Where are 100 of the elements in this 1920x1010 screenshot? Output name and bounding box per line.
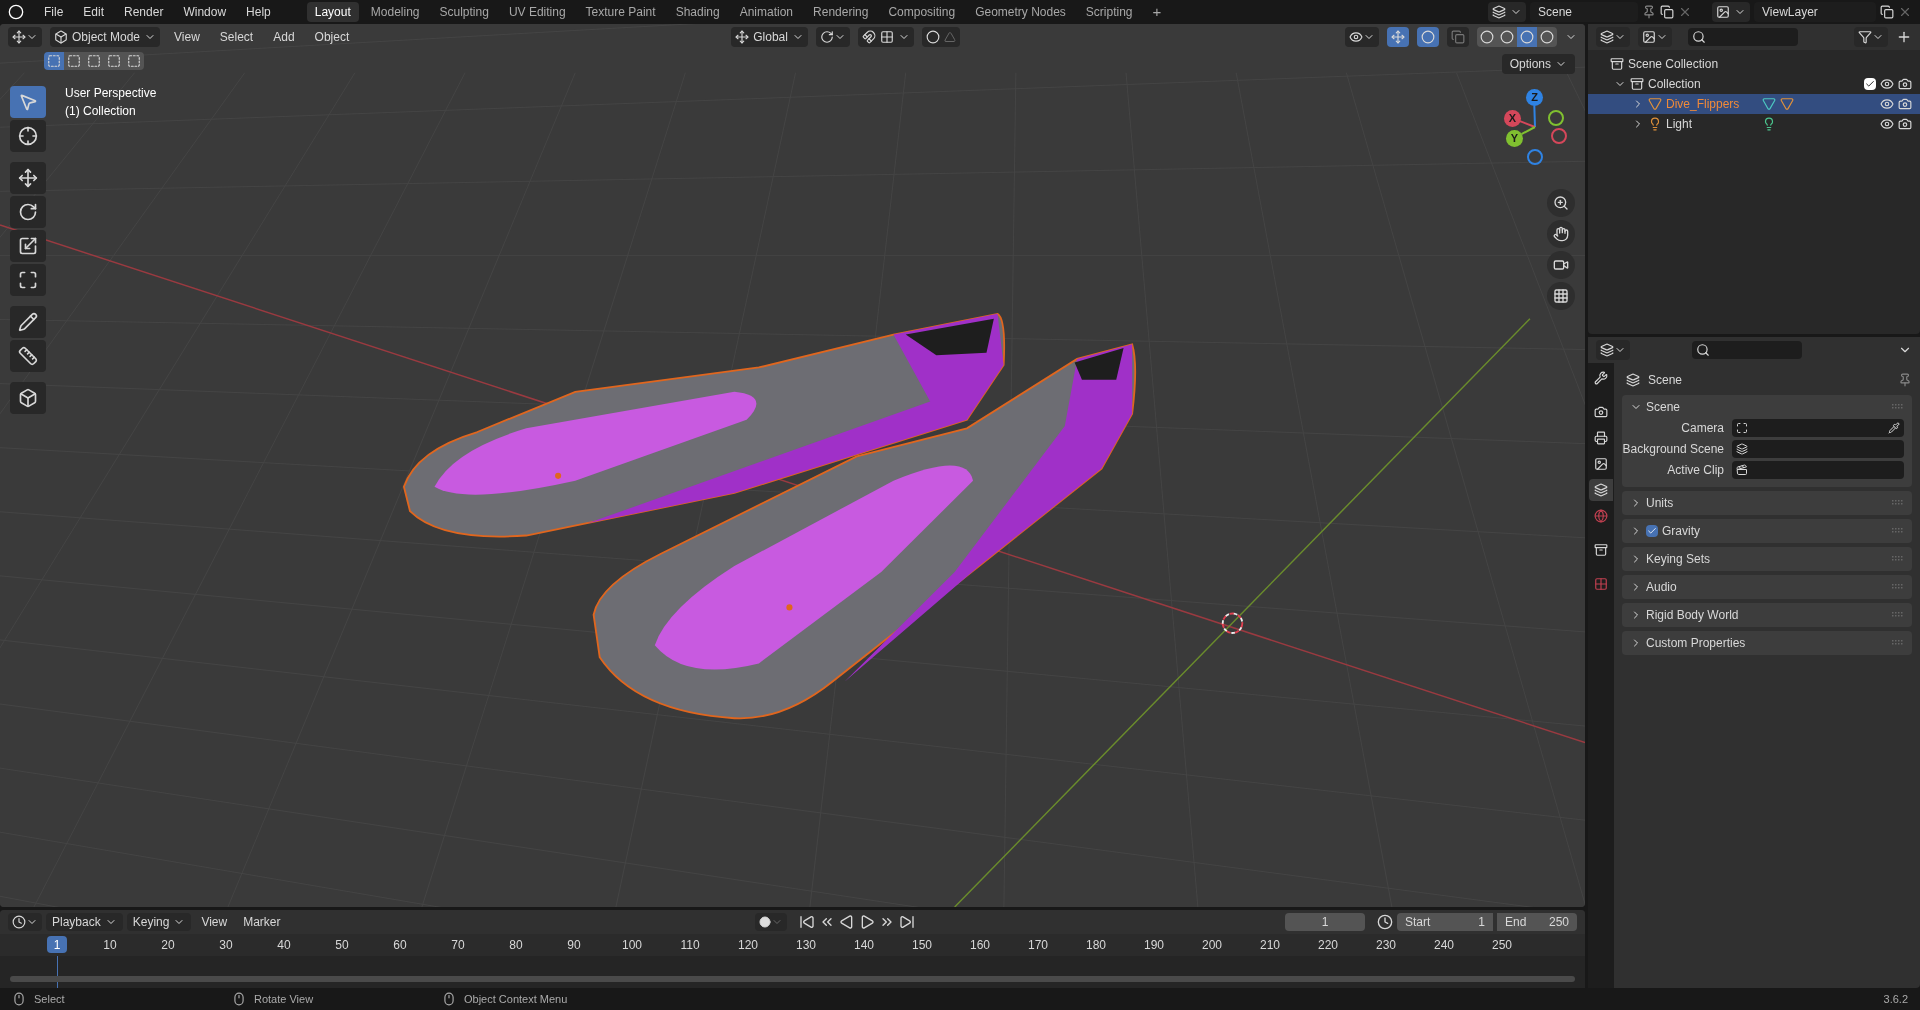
shading-mode-button[interactable] — [1477, 27, 1497, 47]
panel-title[interactable]: Scene — [1646, 398, 1681, 416]
menu-item[interactable]: Help — [238, 2, 279, 22]
workspace-tab[interactable]: Geometry Nodes — [967, 2, 1074, 22]
drag-handle-icon[interactable] — [1892, 556, 1904, 562]
mode-dropdown[interactable]: Object Mode — [50, 27, 161, 47]
shading-mode-button[interactable] — [1517, 27, 1537, 47]
pin-icon[interactable] — [1642, 5, 1656, 19]
transform-tool[interactable] — [10, 264, 46, 296]
copy-icon[interactable] — [1880, 5, 1894, 19]
select-mode-button[interactable] — [44, 52, 64, 70]
filter-layer-button[interactable] — [1638, 27, 1672, 47]
add-workspace-button[interactable]: + — [1144, 0, 1170, 24]
include-checkbox[interactable] — [1864, 78, 1876, 90]
playhead-marker[interactable]: 1 — [47, 936, 67, 953]
light-data-icon[interactable] — [1762, 117, 1776, 131]
workspace-tab[interactable]: Sculpting — [431, 2, 497, 22]
property-field[interactable] — [1732, 440, 1904, 458]
measure-tool[interactable] — [10, 340, 46, 372]
negative-axis-handle[interactable] — [1551, 128, 1567, 144]
xray-toggle[interactable] — [1447, 27, 1469, 47]
view-layer-field[interactable]: ViewLayer — [1754, 2, 1876, 22]
clock-icon[interactable] — [1377, 914, 1393, 930]
menu-item[interactable]: File — [36, 2, 72, 22]
editor-type-button[interactable] — [8, 913, 42, 931]
play-reverse-icon[interactable] — [838, 914, 855, 930]
options-dropdown[interactable]: Options — [1501, 54, 1575, 74]
workspace-tab[interactable]: Shading — [667, 2, 728, 22]
workspace-tab[interactable]: Scripting — [1077, 2, 1141, 22]
orientation-dropdown[interactable]: Global — [731, 27, 808, 47]
end-frame-field[interactable]: End 250 — [1497, 913, 1577, 931]
start-frame-field[interactable]: Start 1 — [1397, 913, 1493, 931]
negative-axis-handle[interactable] — [1527, 149, 1543, 165]
menu-item[interactable]: Edit — [75, 2, 113, 22]
menu-item[interactable]: Add — [267, 28, 301, 46]
scene-selector[interactable] — [1488, 2, 1526, 22]
menu-item[interactable]: Select — [213, 28, 260, 46]
copy-icon[interactable] — [1660, 5, 1674, 19]
scrollbar[interactable] — [10, 976, 1575, 982]
panel-title[interactable]: Keying Sets — [1646, 550, 1711, 568]
select-box-tool[interactable] — [10, 86, 46, 118]
visibility-button[interactable] — [1345, 27, 1379, 47]
workspace-tab[interactable]: UV Editing — [500, 2, 574, 22]
scene-tab[interactable] — [1589, 479, 1613, 501]
workspace-tab[interactable]: Compositing — [880, 2, 964, 22]
panel-checkbox[interactable] — [1646, 525, 1658, 537]
gizmo-toggle[interactable] — [1387, 27, 1409, 47]
menu-item[interactable]: Window — [175, 2, 235, 22]
add-cube-tool[interactable] — [10, 382, 46, 414]
menu-item[interactable]: Object — [308, 28, 356, 46]
property-field[interactable] — [1732, 419, 1904, 437]
shading-mode-button[interactable] — [1497, 27, 1517, 47]
snap-button[interactable] — [857, 27, 914, 47]
search-field[interactable] — [1688, 28, 1798, 46]
material-icon[interactable] — [1780, 97, 1794, 111]
current-frame-field[interactable]: 1 — [1285, 913, 1365, 931]
display-mode-button[interactable] — [1596, 27, 1630, 47]
eye-icon[interactable] — [1880, 97, 1894, 111]
drag-handle-icon[interactable] — [1892, 584, 1904, 590]
select-mode-button[interactable] — [124, 52, 144, 70]
eye-icon[interactable] — [1880, 77, 1894, 91]
panel-title[interactable]: Custom Properties — [1646, 634, 1746, 652]
shading-mode-button[interactable] — [1537, 27, 1557, 47]
eye-icon[interactable] — [1880, 117, 1894, 131]
property-field[interactable] — [1732, 461, 1904, 479]
camera-icon[interactable] — [1898, 117, 1912, 131]
menu-item[interactable]: View — [168, 28, 206, 46]
outliner-row[interactable]: Light — [1588, 114, 1920, 134]
cursor-tool[interactable] — [10, 120, 46, 152]
menu-item[interactable]: View — [195, 913, 234, 931]
workspace-tab[interactable]: Texture Paint — [577, 2, 664, 22]
workspace-tab[interactable]: Animation — [731, 2, 802, 22]
proportional-button[interactable] — [921, 27, 960, 47]
workspace-tab[interactable]: Modeling — [362, 2, 428, 22]
scale-tool[interactable] — [10, 230, 46, 262]
move-tool[interactable] — [10, 162, 46, 194]
workspace-tab[interactable]: Layout — [306, 2, 359, 22]
app-logo-icon[interactable] — [8, 4, 24, 20]
camera-icon[interactable] — [1898, 77, 1912, 91]
view-layer-selector[interactable] — [1712, 2, 1750, 22]
menu-item[interactable]: Render — [116, 2, 172, 22]
editor-type-button[interactable] — [8, 27, 42, 47]
panel-title[interactable]: Rigid Body World — [1646, 606, 1739, 624]
rotate-tool[interactable] — [10, 196, 46, 228]
jump-start-icon[interactable] — [798, 914, 815, 930]
drag-handle-icon[interactable] — [1892, 612, 1904, 618]
panel-title[interactable]: Units — [1646, 494, 1674, 512]
menu-dropdown[interactable]: Playback — [46, 913, 123, 931]
viewport[interactable]: Object Mode View Select Add Object Global Options User Perspective (1) Collection Z X Y — [0, 24, 1585, 907]
panel-title[interactable]: Audio — [1646, 578, 1677, 596]
search-field[interactable] — [1692, 341, 1802, 359]
eyedropper-icon[interactable] — [1888, 422, 1900, 434]
outliner-item[interactable]: Collection — [1648, 75, 1701, 93]
editor-type-button[interactable] — [1596, 340, 1630, 360]
drag-handle-icon[interactable] — [1892, 640, 1904, 646]
pivot-button[interactable] — [815, 27, 850, 47]
panel-title[interactable]: Gravity — [1662, 522, 1700, 540]
annotate-tool[interactable] — [10, 306, 46, 338]
drag-handle-icon[interactable] — [1892, 500, 1904, 506]
drag-handle-icon[interactable] — [1892, 528, 1904, 534]
